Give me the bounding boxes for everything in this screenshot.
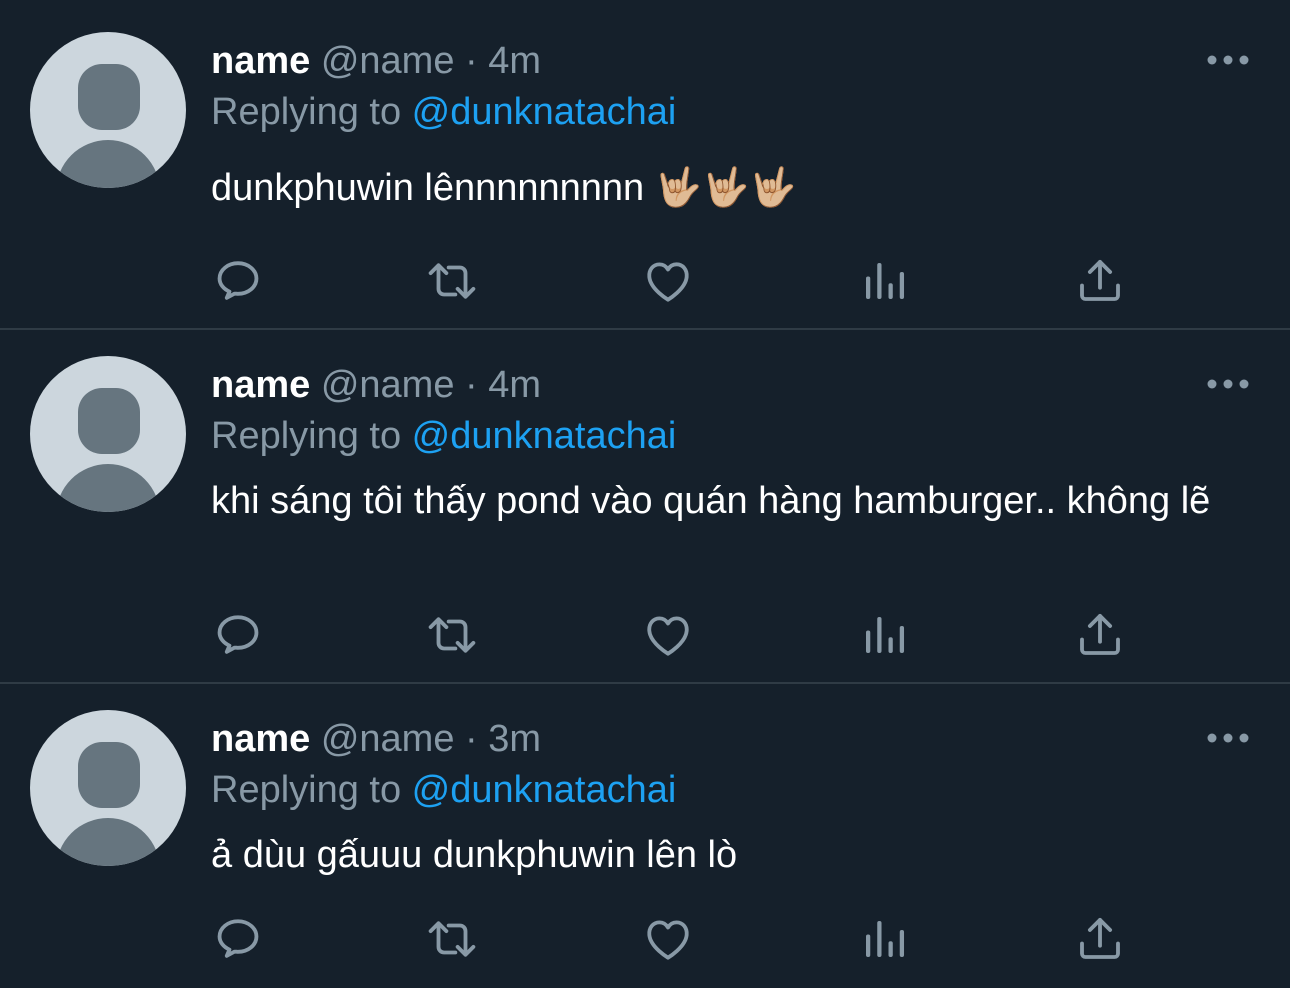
more-options-icon[interactable] [1206, 52, 1250, 68]
display-name[interactable]: name [211, 718, 310, 760]
replying-to-label: Replying to [211, 91, 412, 133]
timestamp[interactable]: 4m [488, 40, 541, 82]
more-options-icon[interactable] [1206, 730, 1250, 746]
like-icon[interactable] [641, 912, 695, 966]
separator-dot: · [465, 40, 478, 82]
tweet-text: ả dùu gấuuu dunkphuwin lên lò [211, 834, 738, 876]
reply-icon[interactable] [211, 254, 265, 308]
user-handle[interactable]: @name [321, 40, 455, 82]
user-handle[interactable]: @name [321, 364, 455, 406]
avatar-body [56, 818, 160, 866]
tweet-2[interactable]: name @name · 4m Replying to @dunknatacha… [0, 330, 1290, 684]
avatar-head [78, 64, 140, 130]
share-icon[interactable] [1073, 608, 1127, 662]
replying-to: Replying to @dunknatachai [211, 413, 676, 459]
like-icon[interactable] [641, 254, 695, 308]
tweet-header: name @name · 3m [211, 716, 541, 762]
separator-dot: · [465, 364, 478, 406]
separator-dot: · [465, 718, 478, 760]
avatar[interactable] [30, 32, 186, 188]
tweet-text: dunkphuwin lênnnnnnnnn 🤟🏼🤟🏼🤟🏼 [211, 167, 797, 209]
timestamp[interactable]: 3m [488, 718, 541, 760]
tweet-text: khi sáng tôi thấy pond vào quán hàng ham… [211, 480, 1211, 522]
tweet-header: name @name · 4m [211, 362, 541, 408]
avatar-head [78, 742, 140, 808]
avatar-body [56, 140, 160, 188]
replying-to: Replying to @dunknatachai [211, 89, 676, 135]
analytics-icon[interactable] [857, 912, 911, 966]
reply-feed: name @name · 4m Replying to @dunknatacha… [0, 0, 1290, 988]
replying-to: Replying to @dunknatachai [211, 767, 676, 813]
avatar[interactable] [30, 710, 186, 866]
display-name[interactable]: name [211, 40, 310, 82]
retweet-icon[interactable] [425, 254, 479, 308]
replying-to-handle[interactable]: @dunknatachai [412, 415, 677, 457]
replying-to-label: Replying to [211, 415, 412, 457]
avatar[interactable] [30, 356, 186, 512]
share-icon[interactable] [1073, 912, 1127, 966]
replying-to-handle[interactable]: @dunknatachai [412, 91, 677, 133]
replying-to-label: Replying to [211, 769, 412, 811]
tweet-actions [211, 912, 1131, 966]
avatar-head [78, 388, 140, 454]
retweet-icon[interactable] [425, 912, 479, 966]
tweet-header: name @name · 4m [211, 38, 541, 84]
tweet-actions [211, 608, 1131, 662]
more-options-icon[interactable] [1206, 376, 1250, 392]
share-icon[interactable] [1073, 254, 1127, 308]
reply-icon[interactable] [211, 608, 265, 662]
analytics-icon[interactable] [857, 608, 911, 662]
replying-to-handle[interactable]: @dunknatachai [412, 769, 677, 811]
display-name[interactable]: name [211, 364, 310, 406]
analytics-icon[interactable] [857, 254, 911, 308]
like-icon[interactable] [641, 608, 695, 662]
tweet-actions [211, 254, 1131, 308]
retweet-icon[interactable] [425, 608, 479, 662]
timestamp[interactable]: 4m [488, 364, 541, 406]
reply-icon[interactable] [211, 912, 265, 966]
tweet-1[interactable]: name @name · 4m Replying to @dunknatacha… [0, 0, 1290, 330]
tweet-3[interactable]: name @name · 3m Replying to @dunknatacha… [0, 684, 1290, 988]
avatar-body [56, 464, 160, 512]
user-handle[interactable]: @name [321, 718, 455, 760]
